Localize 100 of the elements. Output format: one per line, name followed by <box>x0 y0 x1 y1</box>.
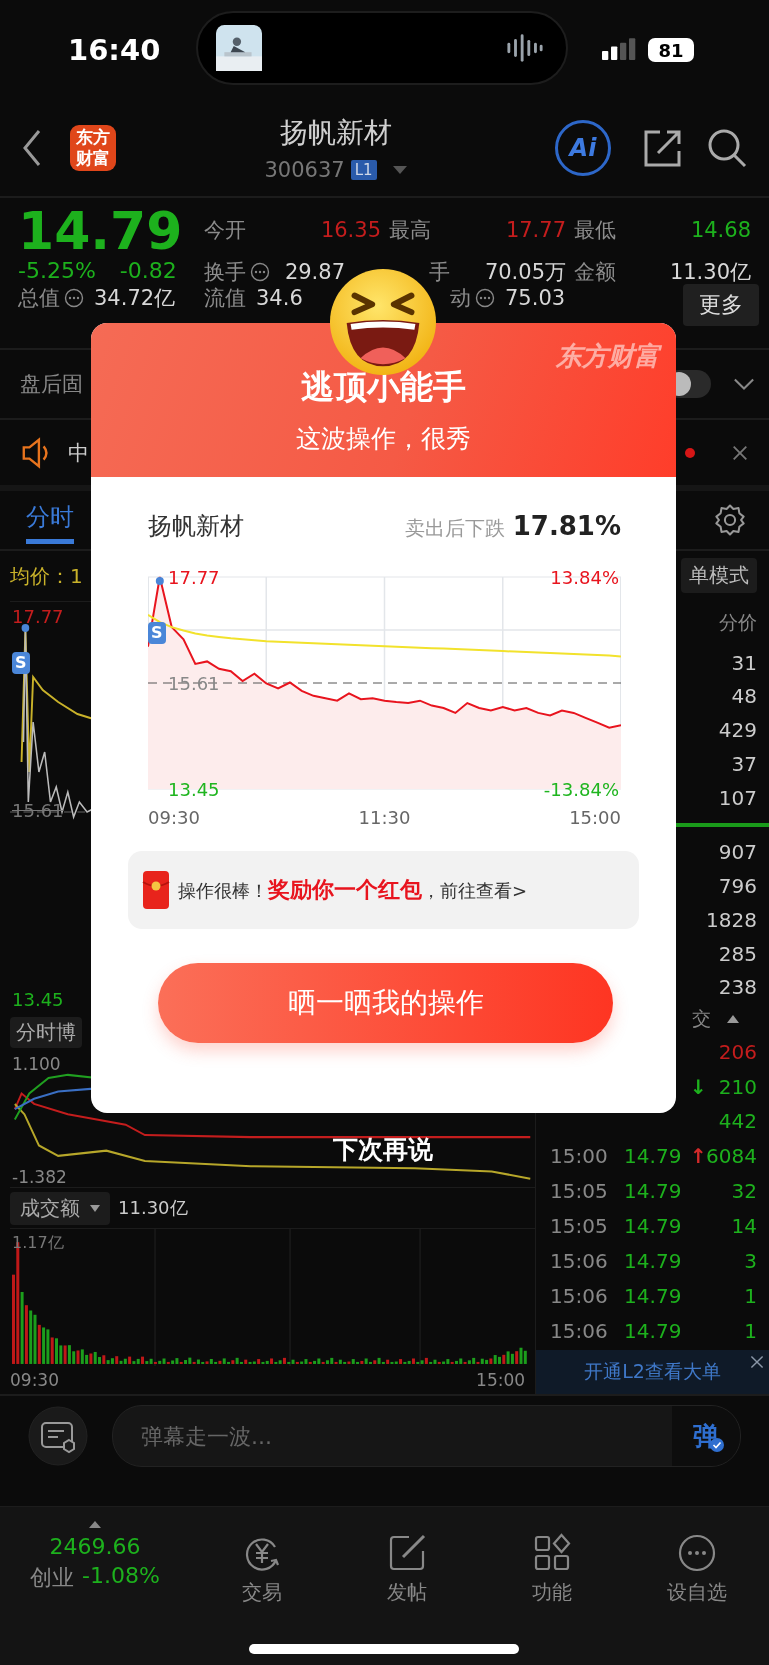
trade-volume: 6084 <box>706 1144 757 1169</box>
stat-label: 金额 <box>574 259 616 286</box>
order-volume: 238 <box>718 975 757 1000</box>
more-icon[interactable] <box>676 1533 717 1573</box>
trade-time: 15:06 <box>550 1283 609 1308</box>
trade-volume: 1 <box>744 1318 757 1343</box>
tab-label[interactable]: 功能 <box>531 1579 572 1606</box>
settings-icon[interactable] <box>713 503 747 537</box>
stat-label: 总值 <box>18 285 60 312</box>
order-volume: 907 <box>718 839 757 864</box>
stat-value: 34.6 <box>256 286 303 310</box>
column-header: 交 <box>692 1006 711 1032</box>
level-badge: L1 <box>350 160 377 180</box>
sell-marker: S <box>12 652 30 674</box>
column-header: 分价 <box>719 610 757 636</box>
order-volume: 285 <box>718 941 757 966</box>
l2-banner-text[interactable]: 开通L2查看大单 <box>584 1359 721 1386</box>
stock-name: 扬帆新材 <box>279 115 392 151</box>
time-label: 11:30 <box>358 807 411 830</box>
tab-label[interactable]: 发帖 <box>387 1579 428 1606</box>
trade-volume: 3 <box>744 1248 757 1273</box>
status-time: 16:40 <box>68 33 162 67</box>
danmu-settings-icon[interactable] <box>28 1406 88 1466</box>
envelope-icon <box>142 870 170 910</box>
order-volume: 796 <box>718 873 757 898</box>
trade-time: 15:06 <box>550 1248 609 1273</box>
trade-price: 14.79 <box>624 1144 683 1169</box>
share-button[interactable]: 晒一晒我的操作 <box>158 963 613 1043</box>
after-hours-label: 盘后固 <box>20 371 83 398</box>
axis-label: 1.17亿 <box>12 1233 64 1254</box>
info-icon[interactable] <box>250 262 270 282</box>
stat-value: 14.68 <box>690 218 751 242</box>
l2-banner[interactable]: 开通L2查看大单 <box>536 1350 769 1394</box>
trade-arrow: ↑ <box>690 1144 707 1169</box>
edit-icon[interactable] <box>387 1533 428 1573</box>
volume-selector[interactable]: 成交额 <box>10 1191 110 1225</box>
trade-time: 15:06 <box>550 1318 609 1343</box>
change-amount: -0.82 <box>119 258 177 283</box>
index-change[interactable]: -1.08% <box>82 1563 160 1593</box>
time-label: 15:00 <box>476 1370 526 1390</box>
axis-label: 17.77 <box>12 606 64 627</box>
close-icon[interactable] <box>731 443 749 462</box>
trade-time: 15:05 <box>550 1214 609 1239</box>
stat-label: 手 <box>429 259 450 286</box>
axis-label: 1.100 <box>12 1054 61 1074</box>
index-value[interactable]: 2469.66 <box>49 1534 141 1559</box>
promo-banner[interactable]: 操作很棒！奖励你一个红包，前往查看> <box>128 851 639 929</box>
chevron-down-icon[interactable] <box>733 377 755 391</box>
promo-text[interactable]: 操作很棒！奖励你一个红包，前往查看> <box>178 875 528 905</box>
info-icon[interactable] <box>475 288 495 308</box>
trade-price: 14.79 <box>624 1179 683 1204</box>
time-label: 09:30 <box>10 1370 59 1390</box>
indicator-selector[interactable]: 分时博 <box>10 1016 82 1048</box>
stat-label: 动 <box>450 285 471 312</box>
average-price-label: 均价：1 <box>10 562 83 590</box>
trade-time: 15:00 <box>550 1144 609 1169</box>
trade-price: 14.79 <box>624 1214 683 1239</box>
drop-label: 卖出后下跌 <box>404 514 505 542</box>
mode-button[interactable]: 单模式 <box>681 558 757 594</box>
back-icon[interactable] <box>22 128 42 168</box>
last-price: 14.79 <box>18 206 184 256</box>
info-icon[interactable] <box>64 288 84 308</box>
drop-value: 17.81% <box>512 510 621 541</box>
stat-value: 75.03 <box>505 286 566 310</box>
volume-total: 11.30亿 <box>118 1196 188 1220</box>
caret-icon <box>90 1204 100 1212</box>
index-name[interactable]: 创业 <box>30 1563 75 1593</box>
stat-value: 70.05万 <box>484 259 566 286</box>
order-volume: 1828 <box>706 907 757 932</box>
percent-label: -13.84% <box>543 778 619 800</box>
app-logo: 东方财富 <box>70 125 116 171</box>
stat-value: 11.30亿 <box>669 259 751 286</box>
dismiss-button[interactable]: 下次再说 <box>308 1132 458 1167</box>
stat-label: 最高 <box>389 217 431 244</box>
close-icon[interactable] <box>749 1354 765 1371</box>
battery-icon: 81 <box>648 38 694 62</box>
trade-volume: 32 <box>731 1179 757 1204</box>
chart-tab[interactable]: 分时 <box>26 496 74 544</box>
more-button[interactable]: 更多 <box>683 284 759 326</box>
signal-icon <box>602 38 638 62</box>
search-icon[interactable] <box>707 128 747 168</box>
share-icon[interactable] <box>643 128 683 168</box>
ai-button[interactable]: Ai <box>555 120 611 176</box>
trade-volume: 1 <box>744 1283 757 1308</box>
brand-mark: 东方财富 <box>556 340 660 373</box>
waveform-icon <box>506 33 544 63</box>
stat-value: 17.77 <box>505 218 566 242</box>
time-label: 09:30 <box>148 807 200 830</box>
sort-icon[interactable] <box>727 1015 739 1024</box>
tab-label[interactable]: 设自选 <box>666 1579 727 1606</box>
trade-volume: 14 <box>731 1214 757 1239</box>
expand-icon[interactable] <box>89 1521 101 1528</box>
stat-label: 流值 <box>204 285 246 312</box>
stat-value: 29.87 <box>284 260 345 284</box>
trade-time: 15:05 <box>550 1179 609 1204</box>
axis-label: 13.45 <box>12 989 64 1010</box>
trade-price: 14.79 <box>624 1318 683 1343</box>
caret-icon[interactable] <box>392 166 407 174</box>
stat-label: 今开 <box>204 217 246 244</box>
tab-label[interactable]: 交易 <box>242 1579 283 1606</box>
